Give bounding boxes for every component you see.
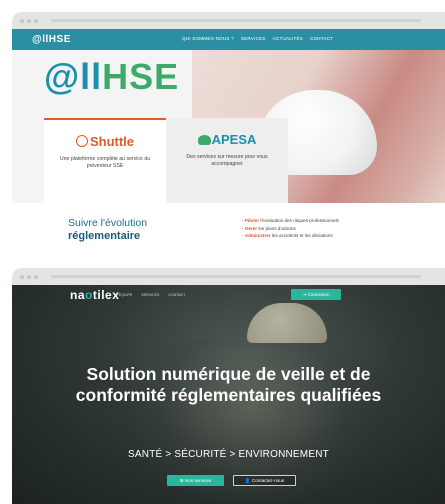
browser-window-allhse: @llHSE QUI SOMMES-NOUS ? SERVICES ACTUAL… <box>12 12 445 257</box>
window-dot <box>20 18 24 23</box>
window-dot <box>34 18 38 23</box>
menu-item-qui-sommes-nous[interactable]: QUI SOMMES-NOUS ? <box>182 36 234 41</box>
apesa-card[interactable]: APESA Des services sur mesure pour vous … <box>166 118 288 203</box>
window-dot <box>27 274 31 279</box>
window-dot <box>27 18 31 23</box>
contact-us-button[interactable]: 👤 Contactez-nous <box>233 475 296 486</box>
menu-item-contact[interactable]: CONTACT <box>168 293 185 297</box>
naotilex-menu: L'ÉQUIPE SERVICES CONTACT <box>116 293 185 297</box>
regulatory-band: Suivre l'évolution réglementaire - Pilot… <box>12 203 445 257</box>
address-bar[interactable] <box>51 19 421 22</box>
connexion-button[interactable]: ⇥ Connexion <box>291 289 341 300</box>
hero-buttons: ⊞ Nos services 👤 Contactez-nous <box>167 475 296 486</box>
allhse-navbar: @llHSE QUI SOMMES-NOUS ? SERVICES ACTUAL… <box>12 29 445 50</box>
shuttle-title: Shuttle <box>44 134 166 149</box>
bullet-item: - Gérer les plans d'actions <box>242 225 296 231</box>
user-icon: 👤 <box>244 477 252 483</box>
browser-chrome <box>12 12 445 29</box>
allhse-menu: QUI SOMMES-NOUS ? SERVICES ACTUALITÉS CO… <box>182 36 333 41</box>
menu-item-contact[interactable]: CONTACT <box>310 36 333 41</box>
shuttle-card[interactable]: Shuttle Une plateforme complète au servi… <box>44 118 166 203</box>
window-dot <box>20 274 24 279</box>
browser-chrome <box>12 268 445 285</box>
menu-item-equipe[interactable]: L'ÉQUIPE <box>116 293 132 297</box>
shuttle-description: Une plateforme complète au service du pr… <box>59 156 151 169</box>
apesa-description: Des services sur mesure pour vous accomp… <box>186 154 268 167</box>
our-services-button[interactable]: ⊞ Nos services <box>167 475 224 486</box>
naotilex-logo[interactable]: naotilex <box>70 288 119 302</box>
hardhat-image <box>247 303 327 343</box>
naotilex-hero: Solution numérique de veille et de confo… <box>12 285 445 504</box>
apesa-icon <box>197 135 211 145</box>
shuttle-icon <box>75 135 88 147</box>
bullet-item: - Administrer les accidents et les dévia… <box>242 233 333 238</box>
bullet-item: - Piloter l'évaluation des risques profe… <box>242 218 339 223</box>
menu-item-services[interactable]: SERVICES <box>241 36 266 41</box>
suivre-heading: Suivre l'évolution réglementaire <box>68 217 148 242</box>
allhse-hero: @llHSE Shuttle Une plateforme complète a… <box>12 50 445 257</box>
hero-subline: SANTÉ > SÉCURITÉ > ENVIRONNEMENT <box>128 449 329 460</box>
hero-headline: Solution numérique de veille et de confo… <box>75 364 382 405</box>
allhse-logo[interactable]: @llHSE <box>32 34 71 45</box>
naotilex-navbar: naotilex L'ÉQUIPE SERVICES CONTACT ⇥ Con… <box>12 285 445 305</box>
address-bar[interactable] <box>51 275 421 278</box>
browser-window-naotilex: Solution numérique de veille et de confo… <box>12 268 445 504</box>
window-dot <box>34 274 38 279</box>
allhse-big-logo: @llHSE <box>44 56 180 97</box>
menu-item-services[interactable]: SERVICES <box>141 293 159 297</box>
apesa-title: APESA <box>166 132 288 147</box>
menu-item-actualites[interactable]: ACTUALITÉS <box>273 36 303 41</box>
feature-bullets: - Piloter l'évaluation des risques profe… <box>242 217 339 240</box>
